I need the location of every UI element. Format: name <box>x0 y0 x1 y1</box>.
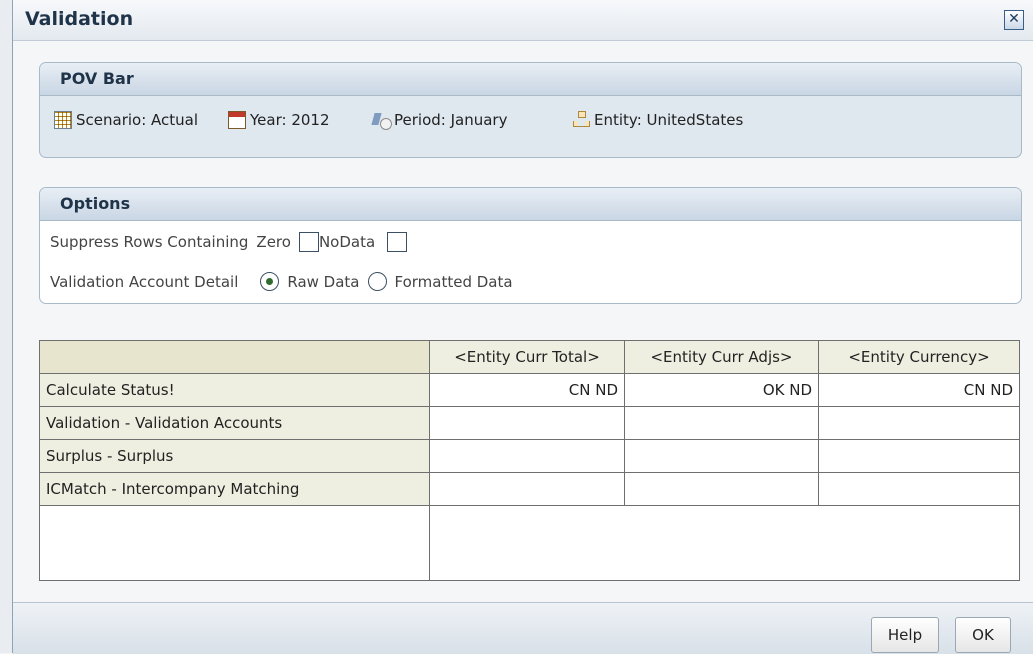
dialog-footer: Help OK <box>13 602 1033 654</box>
nodata-checkbox[interactable] <box>387 232 408 252</box>
pov-scenario-label: Scenario: Actual <box>76 111 199 129</box>
pov-scenario[interactable]: Scenario: Actual <box>54 111 198 129</box>
pov-period-label: Period: January <box>394 111 508 129</box>
detail-row: Validation Account Detail Raw Data Forma… <box>50 272 513 291</box>
nodata-label: NoData <box>318 233 376 251</box>
pov-year[interactable]: Year: 2012 <box>228 111 330 129</box>
dialog-title: Validation <box>25 8 134 30</box>
validation-dialog: Validation ✕ POV Bar Scenario: Actual Ye… <box>12 0 1033 654</box>
table-row: Calculate Status! CN ND OK ND CN ND <box>39 373 1020 407</box>
dialog-titlebar: Validation ✕ <box>13 0 1033 41</box>
pov-entity-label: Entity: UnitedStates <box>594 111 744 129</box>
grid-header-row: <Entity Curr Total> <Entity Curr Adjs> <… <box>39 340 1020 374</box>
options-panel: Options Suppress Rows Containing Zero No… <box>39 187 1022 304</box>
grid-filler-cell <box>429 505 1020 581</box>
grid-cell[interactable]: CN ND <box>818 373 1020 407</box>
column-header: <Entity Currency> <box>818 340 1020 374</box>
calendar-icon <box>228 111 246 129</box>
close-icon[interactable]: ✕ <box>1004 10 1024 30</box>
pov-bar-header: POV Bar <box>40 63 1021 96</box>
pov-period[interactable]: Period: January <box>372 111 508 130</box>
suppress-label: Suppress Rows Containing <box>50 233 249 251</box>
grid-cell[interactable] <box>818 406 1020 440</box>
ok-button[interactable]: OK <box>955 617 1011 653</box>
raw-data-radio[interactable] <box>260 272 280 291</box>
grid-cell[interactable] <box>818 439 1020 473</box>
raw-data-label: Raw Data <box>287 272 360 291</box>
pov-year-label: Year: 2012 <box>250 111 330 129</box>
grid-cell[interactable] <box>624 472 819 506</box>
suppress-row: Suppress Rows Containing Zero NoData <box>50 232 408 252</box>
row-header[interactable]: Surplus - Surplus <box>39 439 430 473</box>
options-header: Options <box>40 188 1021 221</box>
grid-cell[interactable]: CN ND <box>429 373 625 407</box>
table-row: Surplus - Surplus <box>39 439 1020 473</box>
row-header[interactable]: Calculate Status! <box>39 373 430 407</box>
grid-filler-row <box>39 505 1020 581</box>
help-button[interactable]: Help <box>871 617 939 653</box>
row-header[interactable]: Validation - Validation Accounts <box>39 406 430 440</box>
grid-cell[interactable]: OK ND <box>624 373 819 407</box>
grid-cell[interactable] <box>429 406 625 440</box>
row-header[interactable]: ICMatch - Intercompany Matching <box>39 472 430 506</box>
table-row: Validation - Validation Accounts <box>39 406 1020 440</box>
formatted-data-radio[interactable] <box>367 272 387 291</box>
validation-grid: <Entity Curr Total> <Entity Curr Adjs> <… <box>39 340 1020 581</box>
pov-entity[interactable]: Entity: UnitedStates <box>572 111 743 129</box>
detail-label: Validation Account Detail <box>50 272 239 291</box>
scenario-grid-icon <box>54 111 72 129</box>
grid-cell[interactable] <box>624 439 819 473</box>
column-header: <Entity Curr Adjs> <box>624 340 819 374</box>
grid-cell[interactable] <box>624 406 819 440</box>
zero-label: Zero <box>256 233 291 251</box>
column-header: <Entity Curr Total> <box>429 340 625 374</box>
formatted-data-label: Formatted Data <box>394 272 513 291</box>
grid-cell[interactable] <box>429 439 625 473</box>
grid-corner-cell <box>39 340 430 374</box>
grid-filler-cell <box>39 505 430 581</box>
grid-cell[interactable] <box>818 472 1020 506</box>
table-row: ICMatch - Intercompany Matching <box>39 472 1020 506</box>
pov-bar-panel: POV Bar Scenario: Actual Year: 2012 Peri… <box>39 62 1022 158</box>
grid-cell[interactable] <box>429 472 625 506</box>
zero-checkbox[interactable] <box>298 232 319 252</box>
entity-hierarchy-icon <box>572 111 590 129</box>
period-clock-icon <box>372 111 392 130</box>
